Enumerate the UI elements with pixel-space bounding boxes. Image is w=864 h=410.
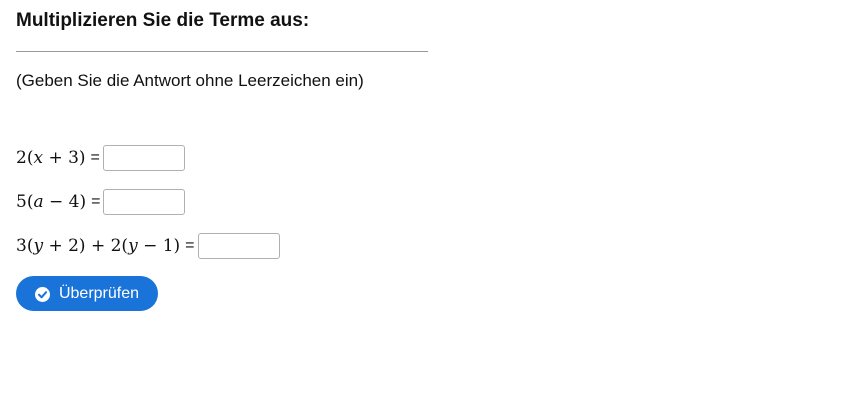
- equals-sign: =: [185, 237, 195, 254]
- instruction-text: (Geben Sie die Antwort ohne Leerzeichen …: [16, 71, 364, 90]
- exercise-expression: 3(y + 2) + 2(y − 1): [16, 236, 181, 256]
- equals-sign: =: [91, 193, 101, 210]
- check-button-label: Überprüfen: [58, 284, 140, 302]
- exercise-expression: 2(x + 3): [16, 148, 86, 168]
- exercise-expression: 5(a − 4): [16, 192, 87, 212]
- answer-input-2[interactable]: [103, 189, 186, 215]
- exercise-row-1: 2(x + 3) =: [16, 145, 185, 171]
- exercise-row-3: 3(y + 2) + 2(y − 1) =: [16, 233, 280, 259]
- answer-input-3[interactable]: [197, 233, 280, 259]
- check-button[interactable]: Überprüfen: [16, 276, 158, 311]
- check-circle-icon: [34, 286, 50, 302]
- answer-input-1[interactable]: [102, 145, 185, 171]
- page-title: Multiplizieren Sie die Terme aus:: [16, 10, 310, 31]
- exercise-row-2: 5(a − 4) =: [16, 189, 186, 215]
- title-divider: [16, 51, 428, 52]
- equals-sign: =: [90, 149, 100, 166]
